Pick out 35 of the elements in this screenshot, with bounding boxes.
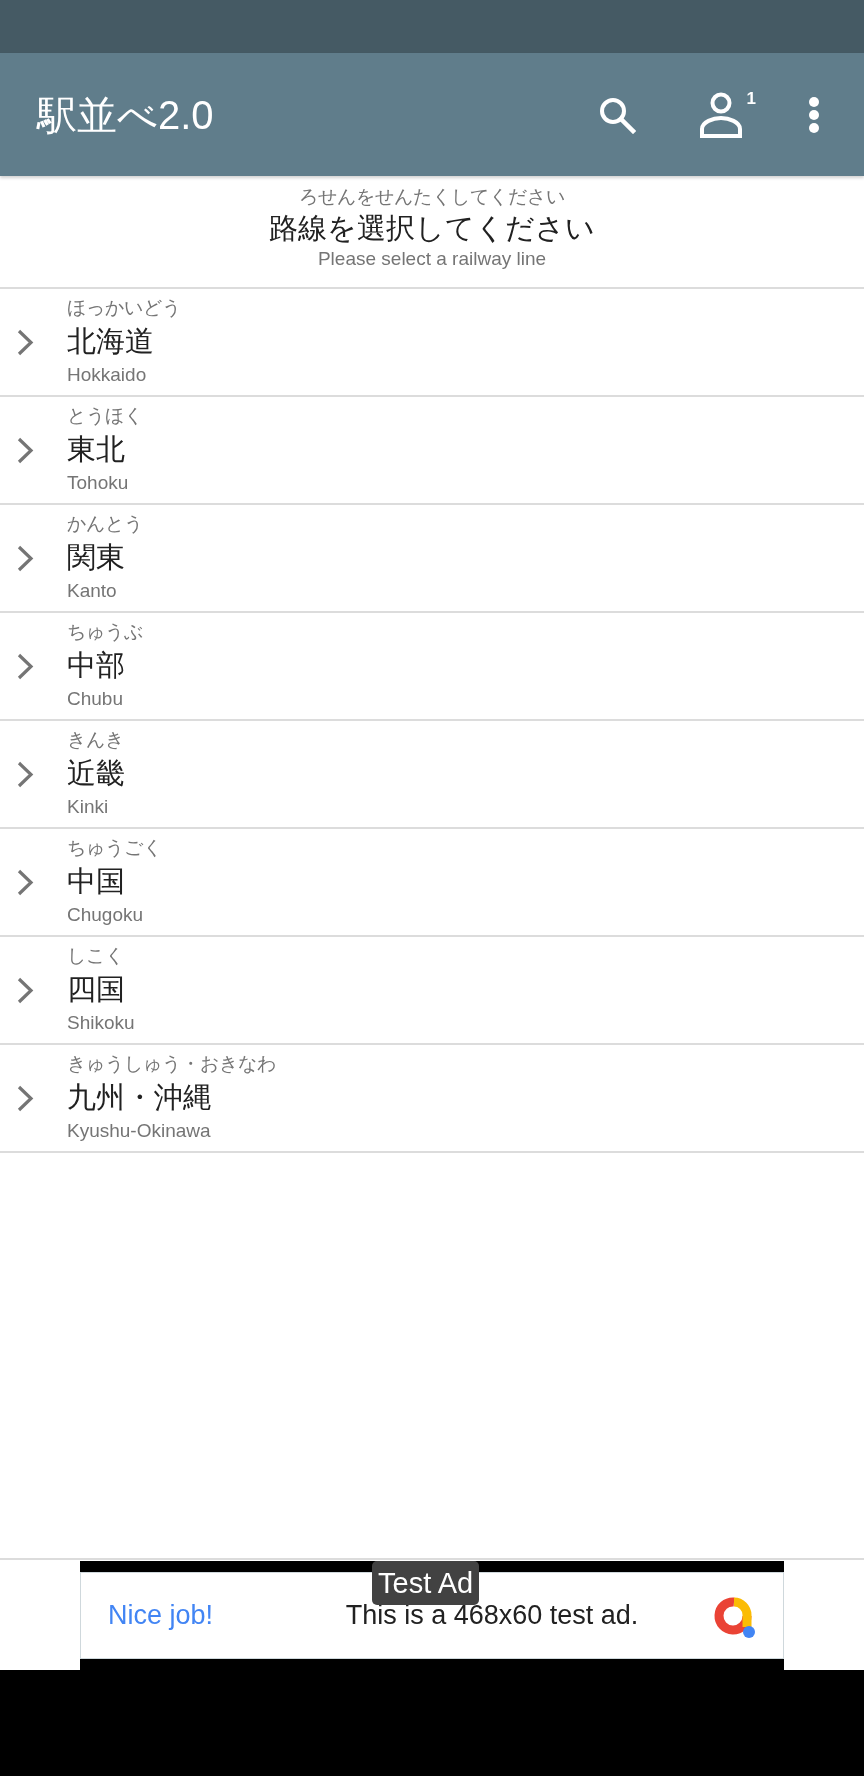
region-romaji: Chugoku [67,903,145,927]
region-name: 四国 [67,972,126,1007]
region-reading: きんき [67,728,125,752]
region-name: 中国 [67,864,126,899]
region-reading: かんとう [67,512,143,536]
region-reading: ほっかいどう [67,296,181,320]
region-romaji: Tohoku [67,471,130,495]
region-reading: きゅうしゅう・おきなわ [67,1052,276,1076]
region-romaji: Kinki [67,795,110,819]
region-reading: ちゅうごく [67,836,162,860]
search-icon [598,95,636,134]
ad-label: Test Ad [372,1561,480,1605]
prompt-title: 路線を選択してください [269,211,595,246]
region-reading: とうほく [67,404,143,428]
account-button[interactable]: 1 [698,89,760,140]
region-reading: しこく [67,944,125,968]
region-name: 九州・沖縄 [67,1080,213,1115]
region-romaji: Shikoku [67,1011,135,1035]
region-romaji: Kanto [67,579,118,603]
account-count: 1 [746,89,756,107]
prompt-reading: ろせんをせんたくしてください [299,185,565,209]
region-reading: ちゅうぶ [67,620,143,644]
region-name: 中部 [67,648,126,683]
person-icon [699,91,745,138]
more-icon [808,96,820,133]
region-name: 近畿 [67,756,125,791]
region-name: 東北 [67,432,126,467]
region-romaji: Kyushu-Okinawa [67,1119,212,1143]
ad-headline: Nice job! [108,1599,214,1633]
region-romaji: Chubu [67,687,124,711]
region-romaji: Hokkaido [67,363,148,387]
region-name: 関東 [67,540,126,575]
prompt-subtitle: Please select a railway line [317,247,547,271]
app-title: 駅並べ2.0 [37,91,215,139]
region-name: 北海道 [67,324,155,359]
